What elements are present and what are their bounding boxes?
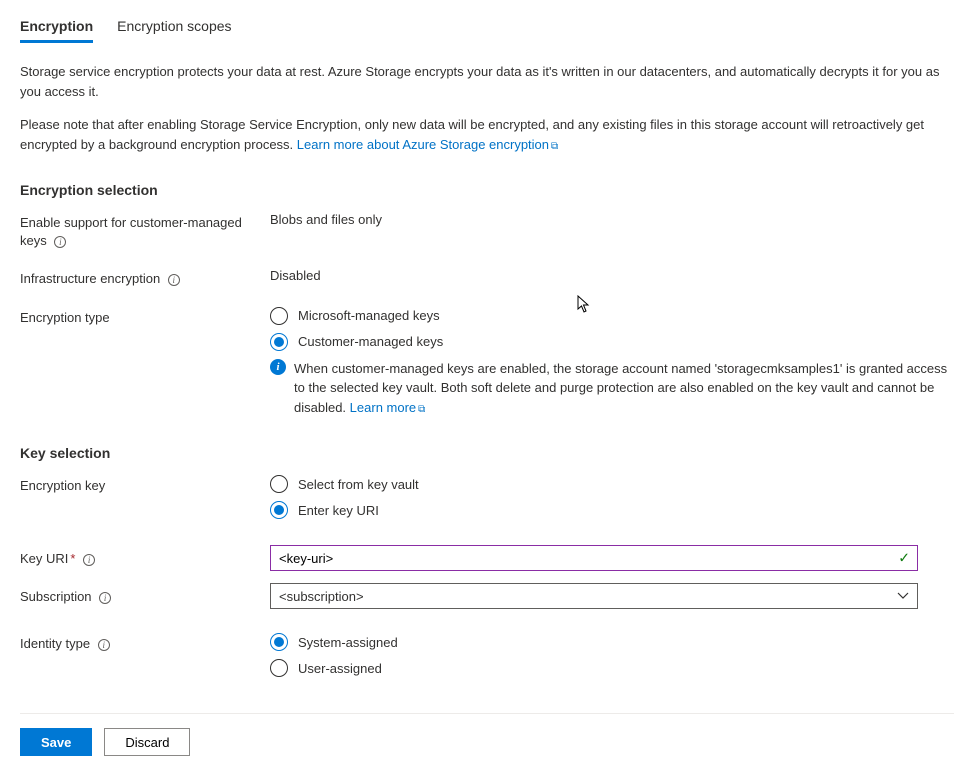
radio-user-assigned-label: User-assigned: [298, 661, 382, 676]
label-encryption-key: Encryption key: [20, 475, 270, 495]
footer-buttons: Save Discard: [20, 728, 954, 756]
label-identity-type-text: Identity type: [20, 636, 90, 651]
save-button[interactable]: Save: [20, 728, 92, 756]
key-uri-input[interactable]: [270, 545, 918, 571]
radio-select-from-key-vault[interactable]: Select from key vault: [270, 475, 954, 493]
external-link-icon: ⧉: [551, 141, 558, 152]
radio-icon: [270, 659, 288, 677]
label-infra-text: Infrastructure encryption: [20, 271, 160, 286]
radio-enter-key-uri[interactable]: Enter key URI: [270, 501, 954, 519]
radio-icon: [270, 333, 288, 351]
radio-icon: [270, 633, 288, 651]
radio-user-assigned[interactable]: User-assigned: [270, 659, 954, 677]
label-subscription: Subscription i: [20, 586, 270, 606]
info-icon[interactable]: i: [168, 274, 180, 286]
label-key-uri-text: Key URI: [20, 551, 68, 566]
info-icon[interactable]: i: [98, 639, 110, 651]
intro-text: Storage service encryption protects your…: [20, 62, 954, 154]
radio-icon: [270, 475, 288, 493]
required-asterisk: *: [70, 551, 75, 566]
label-identity-type: Identity type i: [20, 633, 270, 653]
info-icon[interactable]: i: [83, 554, 95, 566]
radio-microsoft-managed-keys-label: Microsoft-managed keys: [298, 308, 440, 323]
footer-separator: [20, 713, 954, 714]
radio-customer-managed-keys[interactable]: Customer-managed keys: [270, 333, 954, 351]
discard-button[interactable]: Discard: [104, 728, 190, 756]
intro-paragraph-2: Please note that after enabling Storage …: [20, 115, 954, 154]
radio-icon: [270, 501, 288, 519]
cmk-info-callout: i When customer-managed keys are enabled…: [270, 359, 950, 418]
intro-paragraph-1: Storage service encryption protects your…: [20, 62, 954, 101]
label-cmk-support: Enable support for customer-managed keys…: [20, 212, 270, 250]
value-infrastructure-encryption: Disabled: [270, 268, 954, 283]
subscription-select-value: <subscription>: [279, 589, 364, 604]
label-infrastructure-encryption: Infrastructure encryption i: [20, 268, 270, 288]
learn-more-encryption-link-text: Learn more about Azure Storage encryptio…: [297, 137, 549, 152]
info-solid-icon: i: [270, 359, 286, 375]
radio-enter-key-uri-label: Enter key URI: [298, 503, 379, 518]
label-subscription-text: Subscription: [20, 589, 92, 604]
radio-microsoft-managed-keys[interactable]: Microsoft-managed keys: [270, 307, 954, 325]
learn-more-encryption-link[interactable]: Learn more about Azure Storage encryptio…: [297, 137, 558, 152]
tab-encryption-scopes[interactable]: Encryption scopes: [117, 18, 231, 43]
info-icon[interactable]: i: [54, 236, 66, 248]
tab-encryption[interactable]: Encryption: [20, 18, 93, 43]
label-key-uri: Key URI* i: [20, 548, 270, 568]
label-cmk-support-text: Enable support for customer-managed keys: [20, 215, 242, 248]
external-link-icon: ⧉: [418, 404, 425, 415]
radio-icon: [270, 307, 288, 325]
radio-system-assigned[interactable]: System-assigned: [270, 633, 954, 651]
label-encryption-type: Encryption type: [20, 307, 270, 327]
subscription-select[interactable]: <subscription>: [270, 583, 918, 609]
value-cmk-support: Blobs and files only: [270, 212, 954, 227]
radio-customer-managed-keys-label: Customer-managed keys: [298, 334, 443, 349]
learn-more-cmk-link[interactable]: Learn more⧉: [350, 400, 426, 415]
checkmark-icon: ✓: [898, 550, 910, 567]
radio-system-assigned-label: System-assigned: [298, 635, 398, 650]
tab-bar: Encryption Encryption scopes: [20, 18, 954, 44]
learn-more-cmk-link-text: Learn more: [350, 400, 416, 415]
radio-select-from-key-vault-label: Select from key vault: [298, 477, 419, 492]
section-key-selection: Key selection: [20, 445, 954, 461]
chevron-down-icon: [897, 590, 909, 602]
info-icon[interactable]: i: [99, 592, 111, 604]
section-encryption-selection: Encryption selection: [20, 182, 954, 198]
